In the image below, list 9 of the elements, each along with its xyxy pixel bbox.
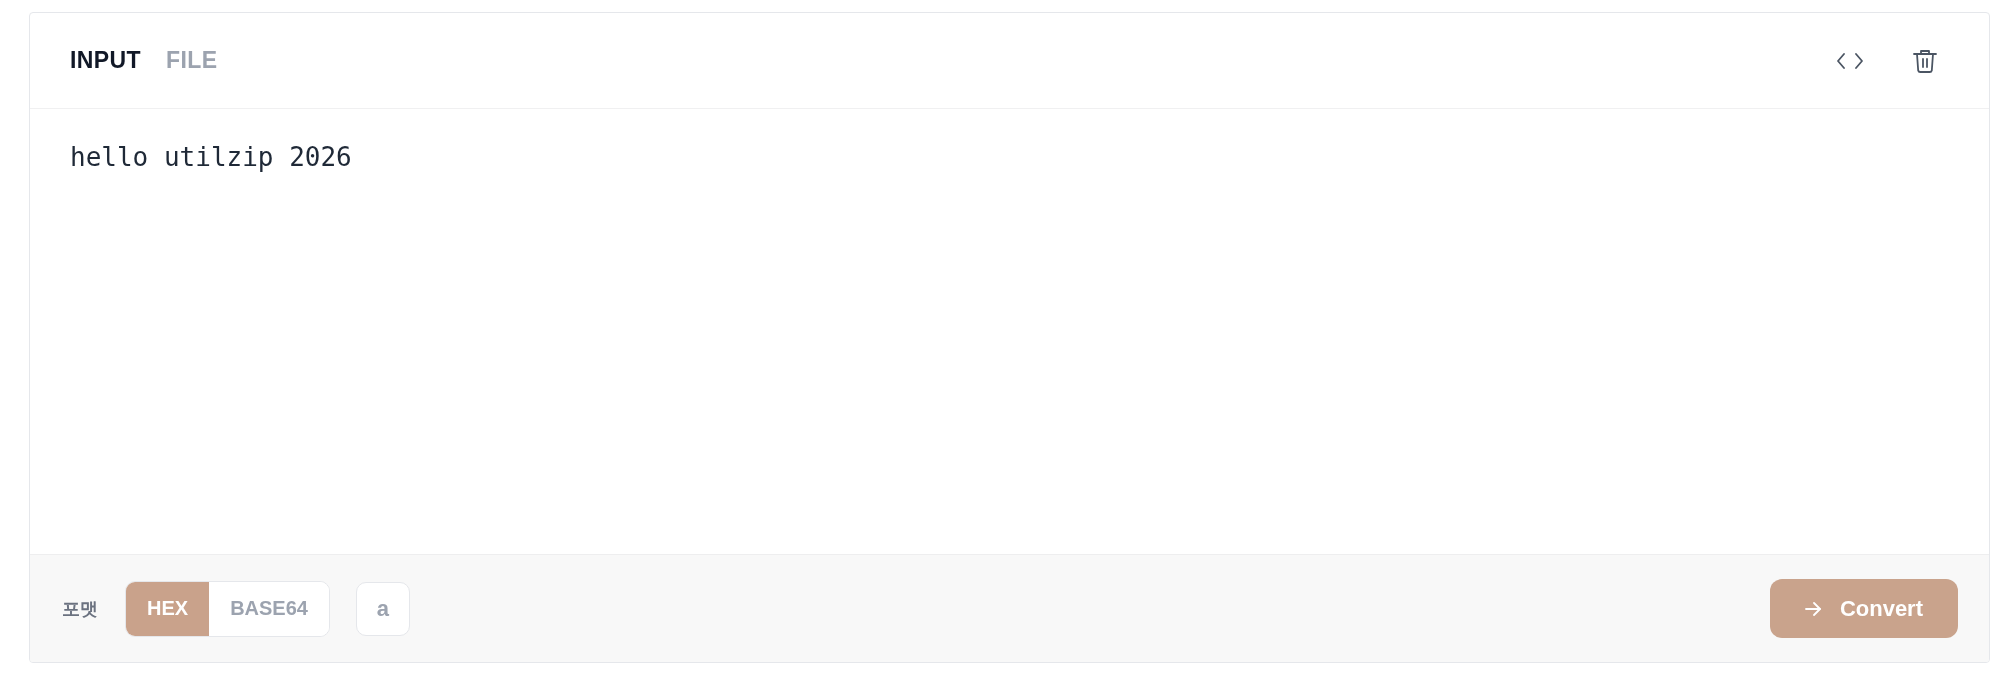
arrow-icon	[1804, 601, 1821, 616]
trash-icon[interactable]	[1913, 48, 1937, 73]
tab[interactable]: FILE	[166, 47, 218, 74]
convert-button[interactable]: Convert	[1769, 579, 1958, 638]
code-icon[interactable]	[1837, 52, 1863, 69]
format-option[interactable]: HEX	[126, 581, 210, 636]
lowercase-toggle-button[interactable]: a	[355, 581, 410, 636]
format-label: 포맷	[62, 597, 98, 621]
tab[interactable]: INPUT	[70, 47, 141, 74]
